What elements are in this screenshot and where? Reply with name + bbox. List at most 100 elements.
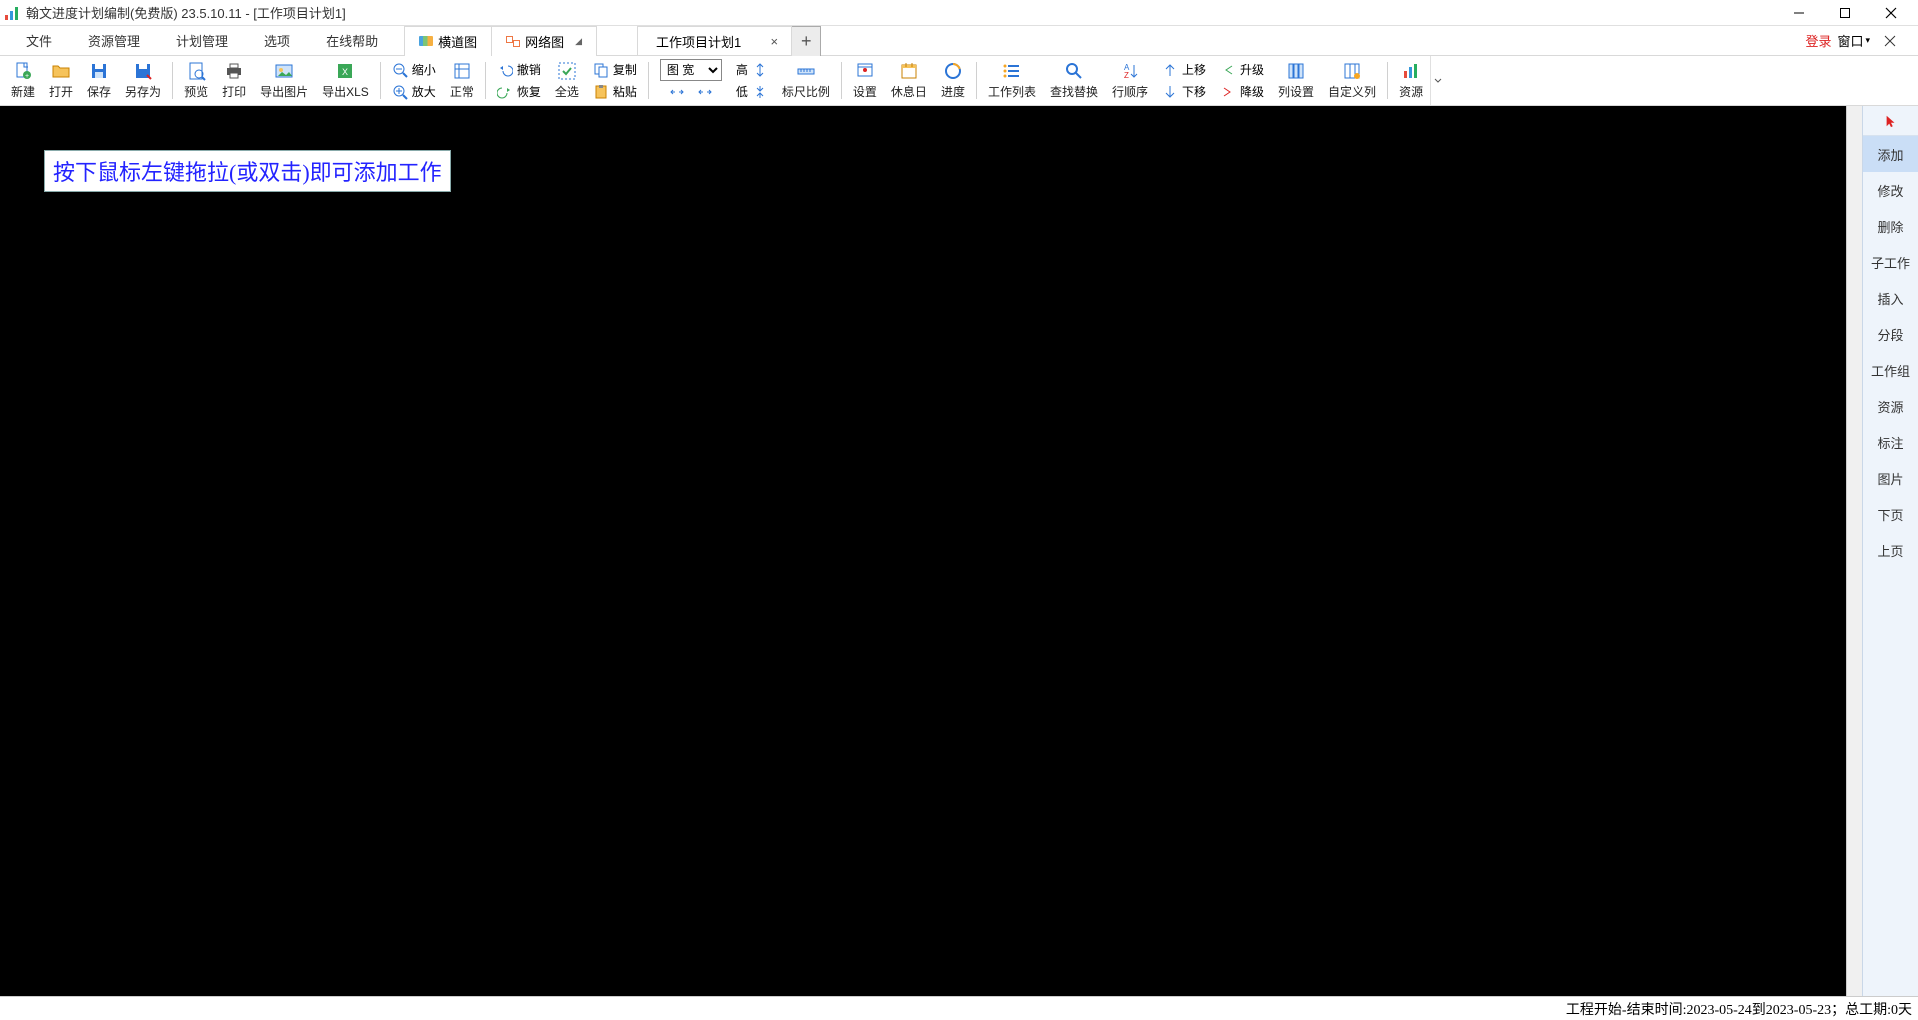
- panel-subtask[interactable]: 子工作: [1863, 244, 1918, 280]
- panel-edit[interactable]: 修改: [1863, 172, 1918, 208]
- window-menu[interactable]: 窗口 ▾: [1837, 31, 1870, 50]
- folder-open-icon: [51, 61, 71, 81]
- save-button[interactable]: 保存: [80, 56, 118, 105]
- document-tab-label: 工作项目计划1: [656, 32, 741, 51]
- panel-image[interactable]: 图片: [1863, 460, 1918, 496]
- progress-button[interactable]: 进度: [934, 56, 972, 105]
- panel-add[interactable]: 添加: [1863, 136, 1918, 172]
- sort-icon: AZ: [1120, 61, 1140, 81]
- width-select[interactable]: 图 宽: [660, 59, 722, 81]
- width-arrows-group: 图 宽: [653, 56, 729, 105]
- cursor-tool[interactable]: [1863, 106, 1918, 136]
- work-list-button[interactable]: 工作列表: [981, 56, 1043, 105]
- search-icon: [1064, 61, 1084, 81]
- panel-workgroup[interactable]: 工作组: [1863, 352, 1918, 388]
- redo-button[interactable]: 恢复: [494, 81, 544, 103]
- document-tab-close[interactable]: ×: [767, 34, 781, 48]
- arrow-compress-icon: [752, 84, 768, 100]
- custom-columns-button[interactable]: 自定义列: [1321, 56, 1383, 105]
- panel-annotate[interactable]: 标注: [1863, 424, 1918, 460]
- column-settings-button[interactable]: 列设置: [1271, 56, 1321, 105]
- canvas[interactable]: 按下鼠标左键拖拉(或双击)即可添加工作: [0, 106, 1846, 996]
- right-panel: 添加 修改 删除 子工作 插入 分段 工作组 资源 标注 图片 下页 上页: [1862, 106, 1918, 996]
- panel-prev-page[interactable]: 上页: [1863, 532, 1918, 568]
- arrow-down-icon: [1162, 84, 1178, 100]
- menubar-close[interactable]: [1876, 28, 1904, 54]
- panel-delete[interactable]: 删除: [1863, 208, 1918, 244]
- export-xls-icon: X: [335, 61, 355, 81]
- menu-options[interactable]: 选项: [246, 25, 308, 56]
- toolbar: +新建 打开 保存 另存为 预览 打印 导出图片 X导出XLS 缩小 放大 正常…: [0, 56, 1918, 106]
- save-as-icon: [133, 61, 153, 81]
- ruler-icon: [796, 61, 816, 81]
- paste-icon: [593, 84, 609, 100]
- paste-button[interactable]: 粘贴: [590, 81, 640, 103]
- promote-icon: [1220, 62, 1236, 78]
- view-tab-network-label: 网络图: [525, 32, 564, 51]
- workspace: 按下鼠标左键拖拉(或双击)即可添加工作 添加 修改 删除 子工作 插入 分段 工…: [0, 106, 1918, 996]
- menubar: 文件 资源管理 计划管理 选项 在线帮助 横道图 网络图 ◢ 工作项目计划1 ×…: [0, 26, 1918, 56]
- find-replace-button[interactable]: 查找替换: [1043, 56, 1105, 105]
- open-button[interactable]: 打开: [42, 56, 80, 105]
- scale-button[interactable]: 标尺比例: [775, 56, 837, 105]
- print-button[interactable]: 打印: [215, 56, 253, 105]
- settings-button[interactable]: 设置: [846, 56, 884, 105]
- row-order-button[interactable]: AZ行顺序: [1105, 56, 1155, 105]
- titlebar: 翰文进度计划编制(免费版) 23.5.10.11 - [工作项目计划1]: [0, 0, 1918, 26]
- maximize-button[interactable]: [1822, 0, 1868, 26]
- export-xls-button[interactable]: X导出XLS: [315, 56, 376, 105]
- move-up-button[interactable]: 上移: [1159, 59, 1209, 81]
- arrows-out-icon[interactable]: [697, 84, 713, 100]
- arrows-in-icon[interactable]: [669, 84, 685, 100]
- zoom-normal-button[interactable]: 正常: [443, 56, 481, 105]
- menu-plan[interactable]: 计划管理: [158, 25, 246, 56]
- demote-button[interactable]: 降级: [1217, 81, 1267, 103]
- view-tab-gantt[interactable]: 横道图: [404, 26, 492, 56]
- panel-segment[interactable]: 分段: [1863, 316, 1918, 352]
- redo-icon: [497, 84, 513, 100]
- copy-icon: [593, 62, 609, 78]
- undo-button[interactable]: 撤销: [494, 59, 544, 81]
- status-text: 工程开始-结束时间:2023-05-24到2023-05-23；总工期:0天: [1566, 999, 1918, 1019]
- document-tab[interactable]: 工作项目计划1 ×: [637, 26, 792, 56]
- chevron-down-icon: ◢: [575, 36, 582, 47]
- export-image-button[interactable]: 导出图片: [253, 56, 315, 105]
- save-as-button[interactable]: 另存为: [118, 56, 168, 105]
- menu-file[interactable]: 文件: [8, 25, 70, 56]
- export-image-icon: [274, 61, 294, 81]
- zoom-group: 缩小 放大: [385, 56, 443, 105]
- new-document-tab[interactable]: +: [791, 26, 821, 56]
- minimize-button[interactable]: [1776, 0, 1822, 26]
- resource-button[interactable]: 资源: [1392, 56, 1430, 105]
- panel-insert[interactable]: 插入: [1863, 280, 1918, 316]
- menu-resource[interactable]: 资源管理: [70, 25, 158, 56]
- copy-button[interactable]: 复制: [590, 59, 640, 81]
- high-button[interactable]: 高: [733, 59, 771, 81]
- toolbar-expand[interactable]: [1430, 56, 1444, 105]
- calendar-icon: [899, 61, 919, 81]
- login-link[interactable]: 登录: [1805, 31, 1831, 50]
- low-button[interactable]: 低: [733, 81, 771, 103]
- preview-button[interactable]: 预览: [177, 56, 215, 105]
- menu-help[interactable]: 在线帮助: [308, 25, 396, 56]
- settings-icon: [855, 61, 875, 81]
- svg-text:X: X: [342, 67, 348, 77]
- select-all-button[interactable]: 全选: [548, 56, 586, 105]
- view-tab-network[interactable]: 网络图 ◢: [492, 26, 597, 56]
- move-down-button[interactable]: 下移: [1159, 81, 1209, 103]
- panel-next-page[interactable]: 下页: [1863, 496, 1918, 532]
- vertical-scrollbar[interactable]: [1846, 106, 1862, 996]
- rest-day-button[interactable]: 休息日: [884, 56, 934, 105]
- new-button[interactable]: +新建: [4, 56, 42, 105]
- arrow-up-icon: [1162, 62, 1178, 78]
- view-tab-gantt-label: 横道图: [438, 32, 477, 51]
- panel-resource[interactable]: 资源: [1863, 388, 1918, 424]
- high-low-group: 高 低: [729, 56, 775, 105]
- custom-columns-icon: [1342, 61, 1362, 81]
- zoom-in-button[interactable]: 放大: [389, 81, 439, 103]
- demote-icon: [1220, 84, 1236, 100]
- promote-button[interactable]: 升级: [1217, 59, 1267, 81]
- zoom-out-button[interactable]: 缩小: [389, 59, 439, 81]
- window-menu-label: 窗口: [1837, 31, 1863, 50]
- close-button[interactable]: [1868, 0, 1914, 26]
